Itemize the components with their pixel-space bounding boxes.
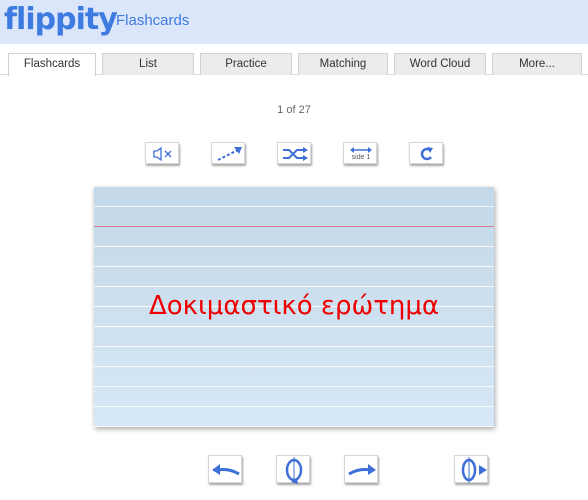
flip-next-button[interactable]: [454, 455, 488, 483]
speaker-mute-icon: [153, 146, 172, 162]
tab-more[interactable]: More...: [492, 53, 582, 75]
flashcard[interactable]: Δοκιμαστικό ερώτημα: [94, 187, 494, 427]
flip-card-button[interactable]: [276, 455, 310, 484]
side-label: side 1: [351, 154, 371, 161]
header-bar: flippity Flashcards: [0, 0, 588, 44]
side-button[interactable]: side 1: [343, 142, 377, 164]
card-counter: 1 of 27: [277, 104, 311, 116]
app-title: Flashcards: [116, 12, 190, 29]
card-margin-line: [94, 226, 494, 227]
card-text: Δοκιμαστικό ερώτημα: [148, 291, 440, 321]
tab-practice[interactable]: Practice: [200, 53, 292, 75]
reset-button[interactable]: [409, 142, 443, 164]
flip-next-icon: [461, 457, 487, 483]
tab-list[interactable]: List: [102, 53, 194, 75]
tab-word-cloud[interactable]: Word Cloud: [394, 53, 486, 75]
reset-icon: [420, 147, 433, 161]
progress-arrow-icon: [217, 147, 242, 161]
flip-card-icon: [285, 457, 303, 484]
flippity-logo[interactable]: flippity: [4, 2, 118, 38]
tab-flashcards[interactable]: Flashcards: [8, 53, 96, 76]
right-arrow-icon: [348, 464, 376, 476]
progress-button[interactable]: [211, 142, 245, 164]
tab-matching[interactable]: Matching: [298, 53, 388, 75]
next-card-button[interactable]: [344, 455, 378, 483]
shuffle-icon: [283, 147, 308, 161]
left-arrow-icon: [212, 464, 240, 476]
previous-card-button[interactable]: [208, 455, 242, 483]
shuffle-button[interactable]: [277, 142, 311, 164]
mute-button[interactable]: [145, 142, 179, 164]
